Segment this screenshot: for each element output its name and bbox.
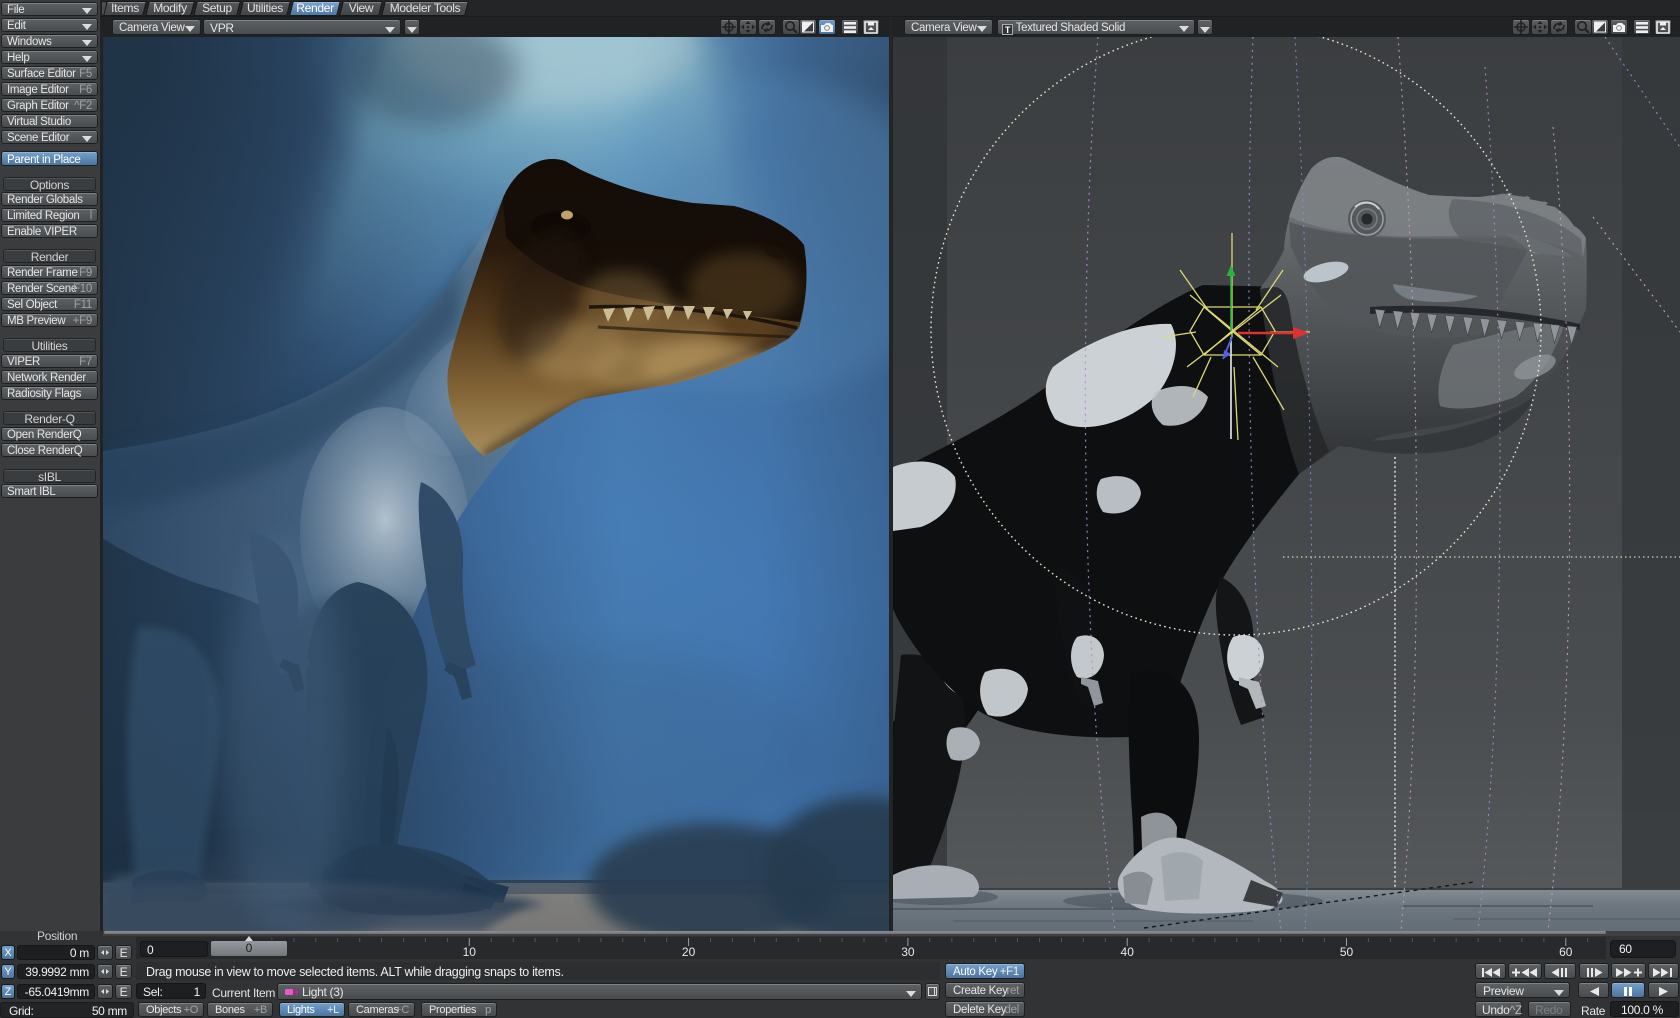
svg-text:20: 20 [682, 945, 696, 959]
svg-text:40: 40 [1121, 945, 1135, 959]
svg-text:10: 10 [463, 945, 477, 959]
svg-text:30: 30 [901, 945, 915, 959]
svg-text:50: 50 [1340, 945, 1354, 959]
svg-text:60: 60 [1559, 945, 1573, 959]
